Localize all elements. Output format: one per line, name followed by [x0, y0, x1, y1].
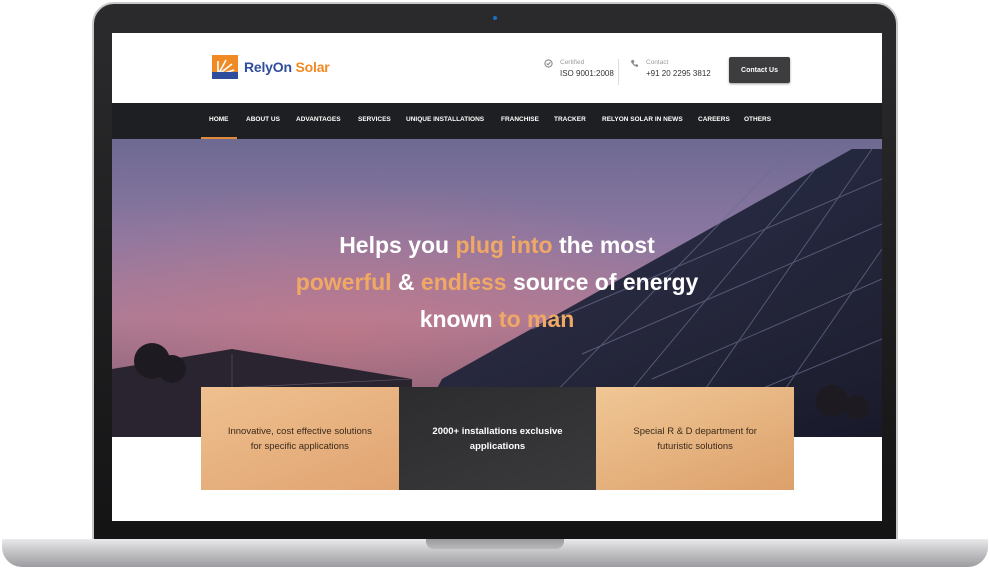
- nav-careers[interactable]: CAREERS: [698, 103, 730, 139]
- headline-text-1c: the most: [552, 232, 655, 258]
- headline-line-1: Helps you plug into the most: [112, 227, 882, 264]
- headline-text-1b: plug into: [455, 232, 553, 258]
- nav-home[interactable]: HOME: [201, 103, 237, 139]
- feature-box-research[interactable]: Special R & D department for futuristic …: [596, 387, 795, 490]
- logo-name-part2: Solar: [291, 59, 330, 75]
- camera-icon: [493, 16, 497, 20]
- headline-line-3: known to man: [112, 301, 882, 338]
- feature-text-installations: 2000+ installations exclusive applicatio…: [416, 424, 578, 454]
- contact-label: Contact: [646, 59, 669, 66]
- nav-services[interactable]: SERVICES: [358, 103, 391, 139]
- nav-about-us[interactable]: ABOUT US: [246, 103, 280, 139]
- logo-name-part1: RelyOn: [244, 59, 292, 75]
- hero-headline: Helps you plug into the most powerful & …: [112, 227, 882, 338]
- headline-line-2: powerful & endless source of energy: [112, 264, 882, 301]
- contact-us-button[interactable]: Contact Us: [729, 57, 790, 83]
- feature-line: Special R & D department for: [633, 425, 757, 437]
- headline-text-2b: &: [391, 269, 421, 295]
- nav-unique-installations[interactable]: UNIQUE INSTALLATIONS: [406, 103, 484, 139]
- nav-advantages[interactable]: ADVANTAGES: [296, 103, 341, 139]
- feature-line: for specific applications: [250, 440, 349, 452]
- nav-others[interactable]: OTHERS: [744, 103, 771, 139]
- site-header: RelyOn Solar Certified ISO 9001:2008 Con: [112, 33, 882, 103]
- laptop-notch: [426, 539, 564, 549]
- contact-info: Contact +91 20 2295 3812: [630, 59, 711, 78]
- check-circle-icon: [544, 59, 554, 69]
- nav-tracker[interactable]: TRACKER: [554, 103, 586, 139]
- feature-line: Innovative, cost effective solutions: [227, 425, 372, 437]
- headline-text-2a: powerful: [295, 269, 392, 295]
- site-logo[interactable]: RelyOn Solar: [212, 55, 330, 79]
- feature-text-solutions: Innovative, cost effective solutions for…: [212, 424, 388, 454]
- feature-line: futuristic solutions: [657, 440, 733, 452]
- feature-line: applications: [469, 440, 526, 452]
- sun-logo-icon: [212, 55, 238, 79]
- website-screen: RelyOn Solar Certified ISO 9001:2008 Con: [112, 33, 882, 521]
- certified-label: Certified: [560, 59, 585, 66]
- logo-text: RelyOn Solar: [244, 59, 330, 75]
- headline-text-3b: to man: [498, 306, 575, 332]
- feature-line: 2000+ installations exclusive: [432, 425, 563, 437]
- headline-text-1a: Helps you: [339, 232, 456, 258]
- hero-banner: Helps you plug into the most powerful & …: [112, 139, 882, 521]
- feature-text-research: Special R & D department for futuristic …: [617, 424, 773, 454]
- phone-icon: [630, 59, 640, 69]
- feature-box-installations[interactable]: 2000+ installations exclusive applicatio…: [398, 387, 597, 490]
- headline-text-2c: endless: [420, 269, 507, 295]
- header-divider: [618, 59, 619, 85]
- laptop-mockup: RelyOn Solar Certified ISO 9001:2008 Con: [0, 0, 990, 572]
- nav-franchise[interactable]: FRANCHISE: [501, 103, 539, 139]
- feature-boxes: Innovative, cost effective solutions for…: [201, 387, 795, 490]
- certified-value: ISO 9001:2008: [560, 69, 614, 78]
- headline-text-3a: known: [419, 306, 499, 332]
- contact-phone[interactable]: +91 20 2295 3812: [646, 69, 711, 78]
- main-nav: HOME ABOUT US ADVANTAGES SERVICES UNIQUE…: [112, 103, 882, 139]
- nav-relyon-in-news[interactable]: RELYON SOLAR IN NEWS: [602, 103, 683, 139]
- headline-text-2d: source of energy: [506, 269, 699, 295]
- certified-info: Certified ISO 9001:2008: [544, 59, 614, 78]
- feature-box-solutions[interactable]: Innovative, cost effective solutions for…: [201, 387, 399, 490]
